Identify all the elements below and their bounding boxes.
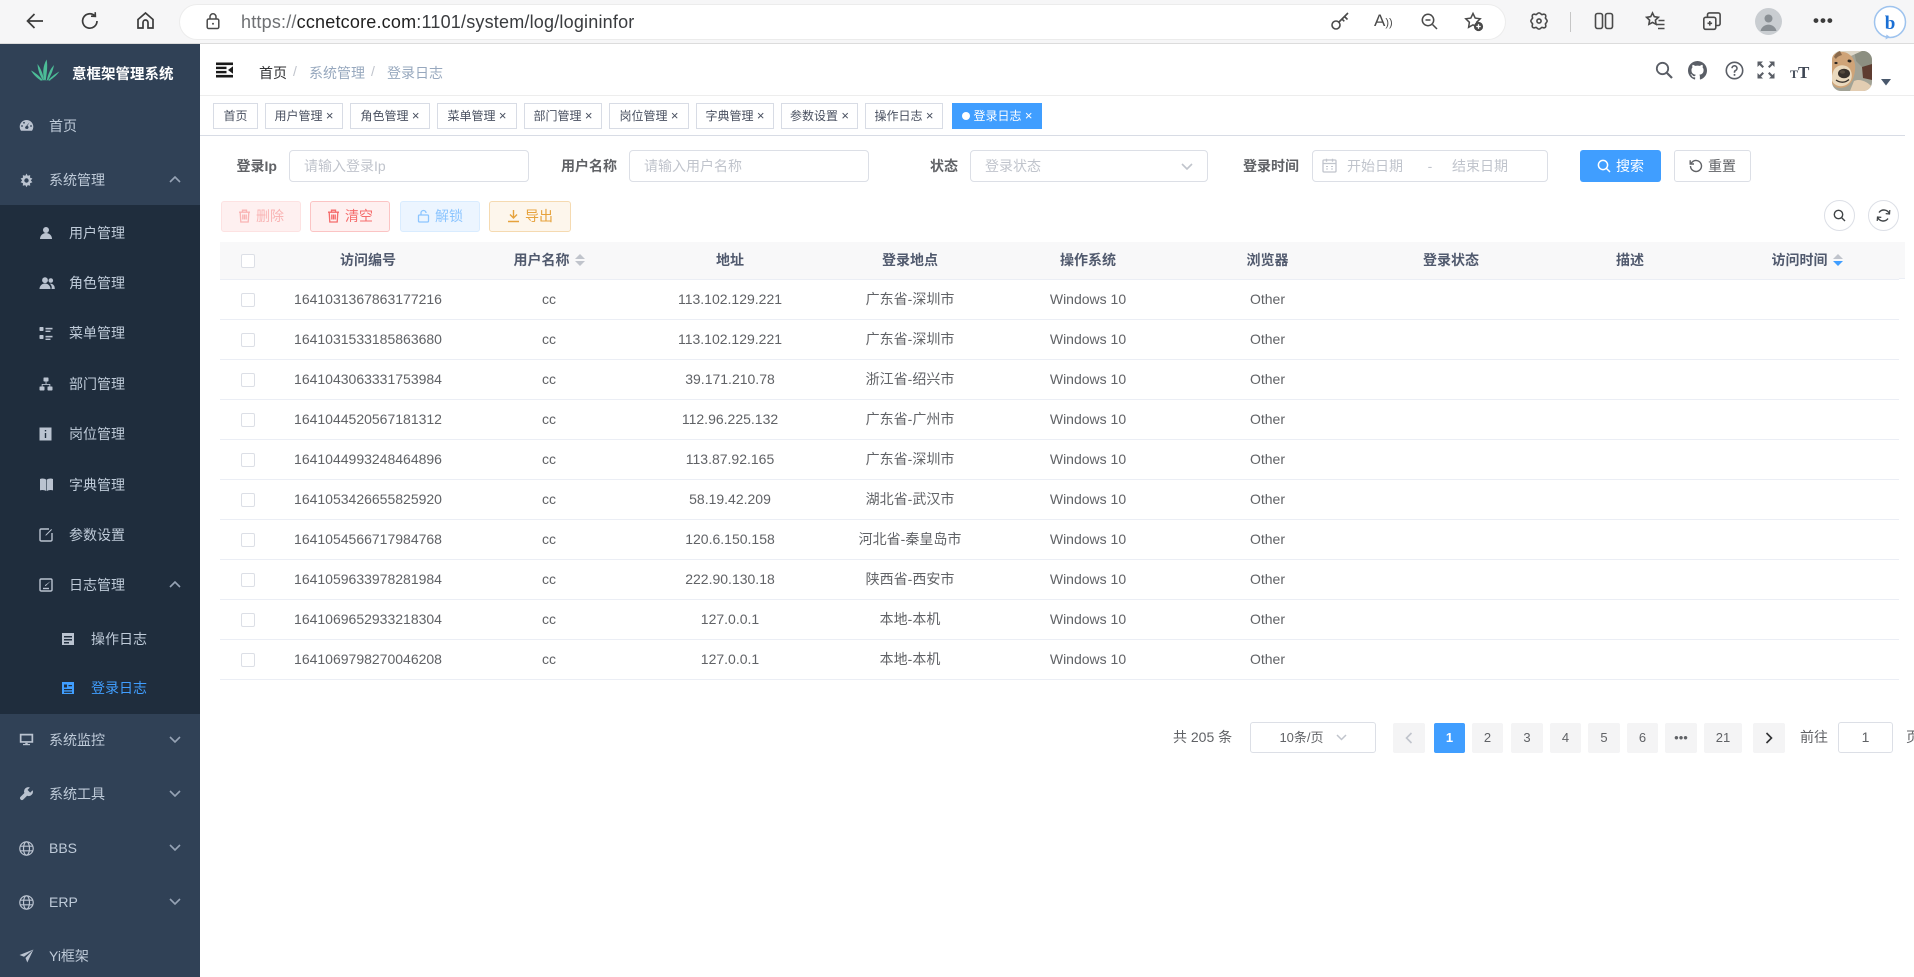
svg-text:b: b [1885, 13, 1896, 34]
